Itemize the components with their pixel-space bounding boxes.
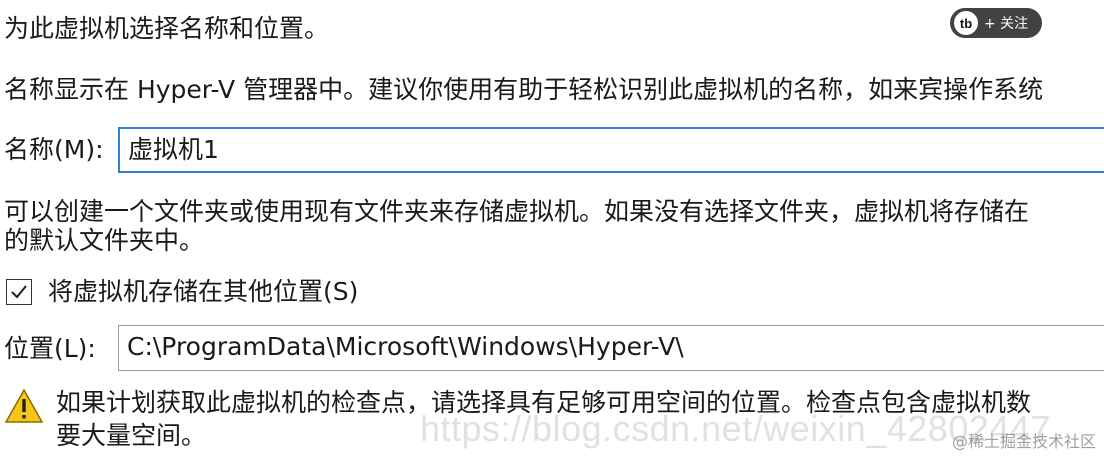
name-description: 名称显示在 Hyper-V 管理器中。建议你使用有助于轻松识别此虚拟机的名称，如…	[4, 75, 1044, 104]
name-label: 名称(M):	[4, 135, 104, 164]
location-input[interactable]: C:\ProgramData\Microsoft\Windows\Hyper-V…	[118, 325, 1104, 371]
warning-icon	[4, 388, 44, 428]
follow-label: + 关注	[984, 16, 1029, 32]
watermark-site: @稀土掘金技术社区	[951, 432, 1096, 451]
store-elsewhere-label: 将虚拟机存储在其他位置(S)	[48, 277, 359, 306]
follow-button[interactable]: tb + 关注	[950, 8, 1042, 38]
store-elsewhere-checkbox[interactable]	[6, 279, 32, 305]
page-heading: 为此虚拟机选择名称和位置。	[4, 14, 330, 43]
location-label: 位置(L):	[4, 334, 96, 363]
folder-description-line1: 可以创建一个文件夹或使用现有文件夹来存储虚拟机。如果没有选择文件夹，虚拟机将存储…	[4, 197, 1030, 226]
name-input[interactable]: 虚拟机1	[118, 127, 1104, 173]
checkmark-icon	[11, 285, 27, 299]
brand-logo-icon: tb	[954, 11, 978, 35]
store-elsewhere-row[interactable]: 将虚拟机存储在其他位置(S)	[6, 275, 358, 309]
folder-description-line2: 的默认文件夹中。	[4, 226, 205, 255]
